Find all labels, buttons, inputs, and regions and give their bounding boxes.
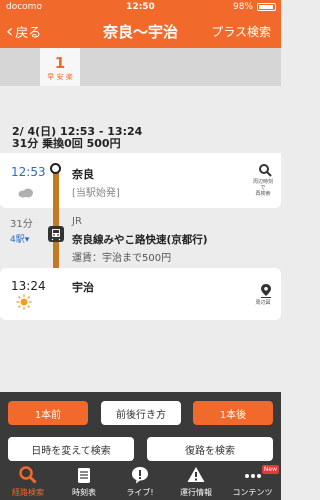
map-pin-icon [257,284,274,300]
arrival-station: 宇治 [72,281,94,294]
tab-live[interactable]: ライブ! [112,465,168,500]
arrival-time: 13:24 [11,279,46,293]
timetable-icon [56,465,112,487]
change-datetime-button[interactable]: 日時を変えて検索 [8,437,134,461]
segment-train-name[interactable]: 奈良線みやこ路快速(京都行) [72,232,208,247]
back-label: 戻る [15,26,42,41]
nearby-map-button[interactable]: 周辺図 [252,284,274,306]
departure-note: [当駅始発] [72,188,120,199]
summary-duration-fare: 31分 乗換0回 500円 [12,137,121,150]
tab-label: 運行情報 [180,488,212,497]
research-around-time-button[interactable]: 周辺時刻で 再検索 [252,163,274,197]
research-label-1: 周辺時刻で [252,179,273,191]
departure-time: 12:53 [11,165,46,179]
tab-bar: 経路検索 時刻表 ライブ! 運行情報 New コンテンツ [0,465,281,500]
live-alert-icon [112,465,168,487]
departure-station: 奈良 [72,168,94,181]
segment-stops: 4駅 [10,235,25,245]
segment-fare: 運賃：宇治まで500円 [72,253,172,264]
departure-node [50,163,61,174]
tab-timetable[interactable]: 時刻表 [56,465,112,500]
tab-service-info[interactable]: 運行情報 [168,465,224,500]
battery-percent: 98% [232,2,253,12]
departure-card: 12:53 奈良 [当駅始発] 周辺時刻で 再検索 [0,153,281,208]
segment-duration: 31分 [10,219,33,230]
research-label-2: 再検索 [255,191,271,197]
new-badge: New [261,465,279,474]
plus-search-button[interactable]: プラス検索 [211,23,271,40]
route-badges: 早 安 楽 [47,73,73,81]
route-tab-1[interactable]: 1 早 安 楽 [40,48,80,86]
warning-icon [168,465,224,487]
next-train-button[interactable]: 1本後 [193,401,273,425]
search-icon [256,163,274,179]
route-summary: 2/ 4(日) 12:53 - 13:24 31分 乗換0回 500円 [12,126,272,150]
sun-icon [16,294,32,314]
train-icon [48,226,64,242]
chevron-down-icon: ▾ [24,235,30,245]
tab-label: コンテンツ [232,488,273,497]
back-button[interactable]: ‹ 戻る [6,21,42,42]
battery-icon [257,3,276,11]
arrival-card: 13:24 宇治 周辺図 [0,268,281,320]
segment-stops-toggle[interactable]: 4駅▾ [10,232,29,245]
nearby-map-label: 周辺図 [255,300,271,306]
chevron-left-icon: ‹ [6,21,14,42]
tab-route-search[interactable]: 経路検索 [0,465,56,500]
return-route-button[interactable]: 復路を検索 [147,437,273,461]
search-icon [0,465,56,487]
nav-bar: ‹ 戻る 奈良〜宇治 プラス検索 [0,14,281,48]
status-bar: docomo 12:50 98% [0,0,281,14]
route-number: 1 [54,54,66,72]
cloud-icon [18,183,34,202]
tab-label: ライブ! [126,488,154,497]
segment-operator: JR [72,216,82,227]
tab-label: 経路検索 [12,488,44,497]
tab-contents[interactable]: New コンテンツ [224,465,281,500]
around-routes-button[interactable]: 前後行き方 [101,401,181,425]
tab-label: 時刻表 [72,488,96,497]
prev-train-button[interactable]: 1本前 [8,401,88,425]
route-tab-bar: 1 早 安 楽 [0,48,281,86]
